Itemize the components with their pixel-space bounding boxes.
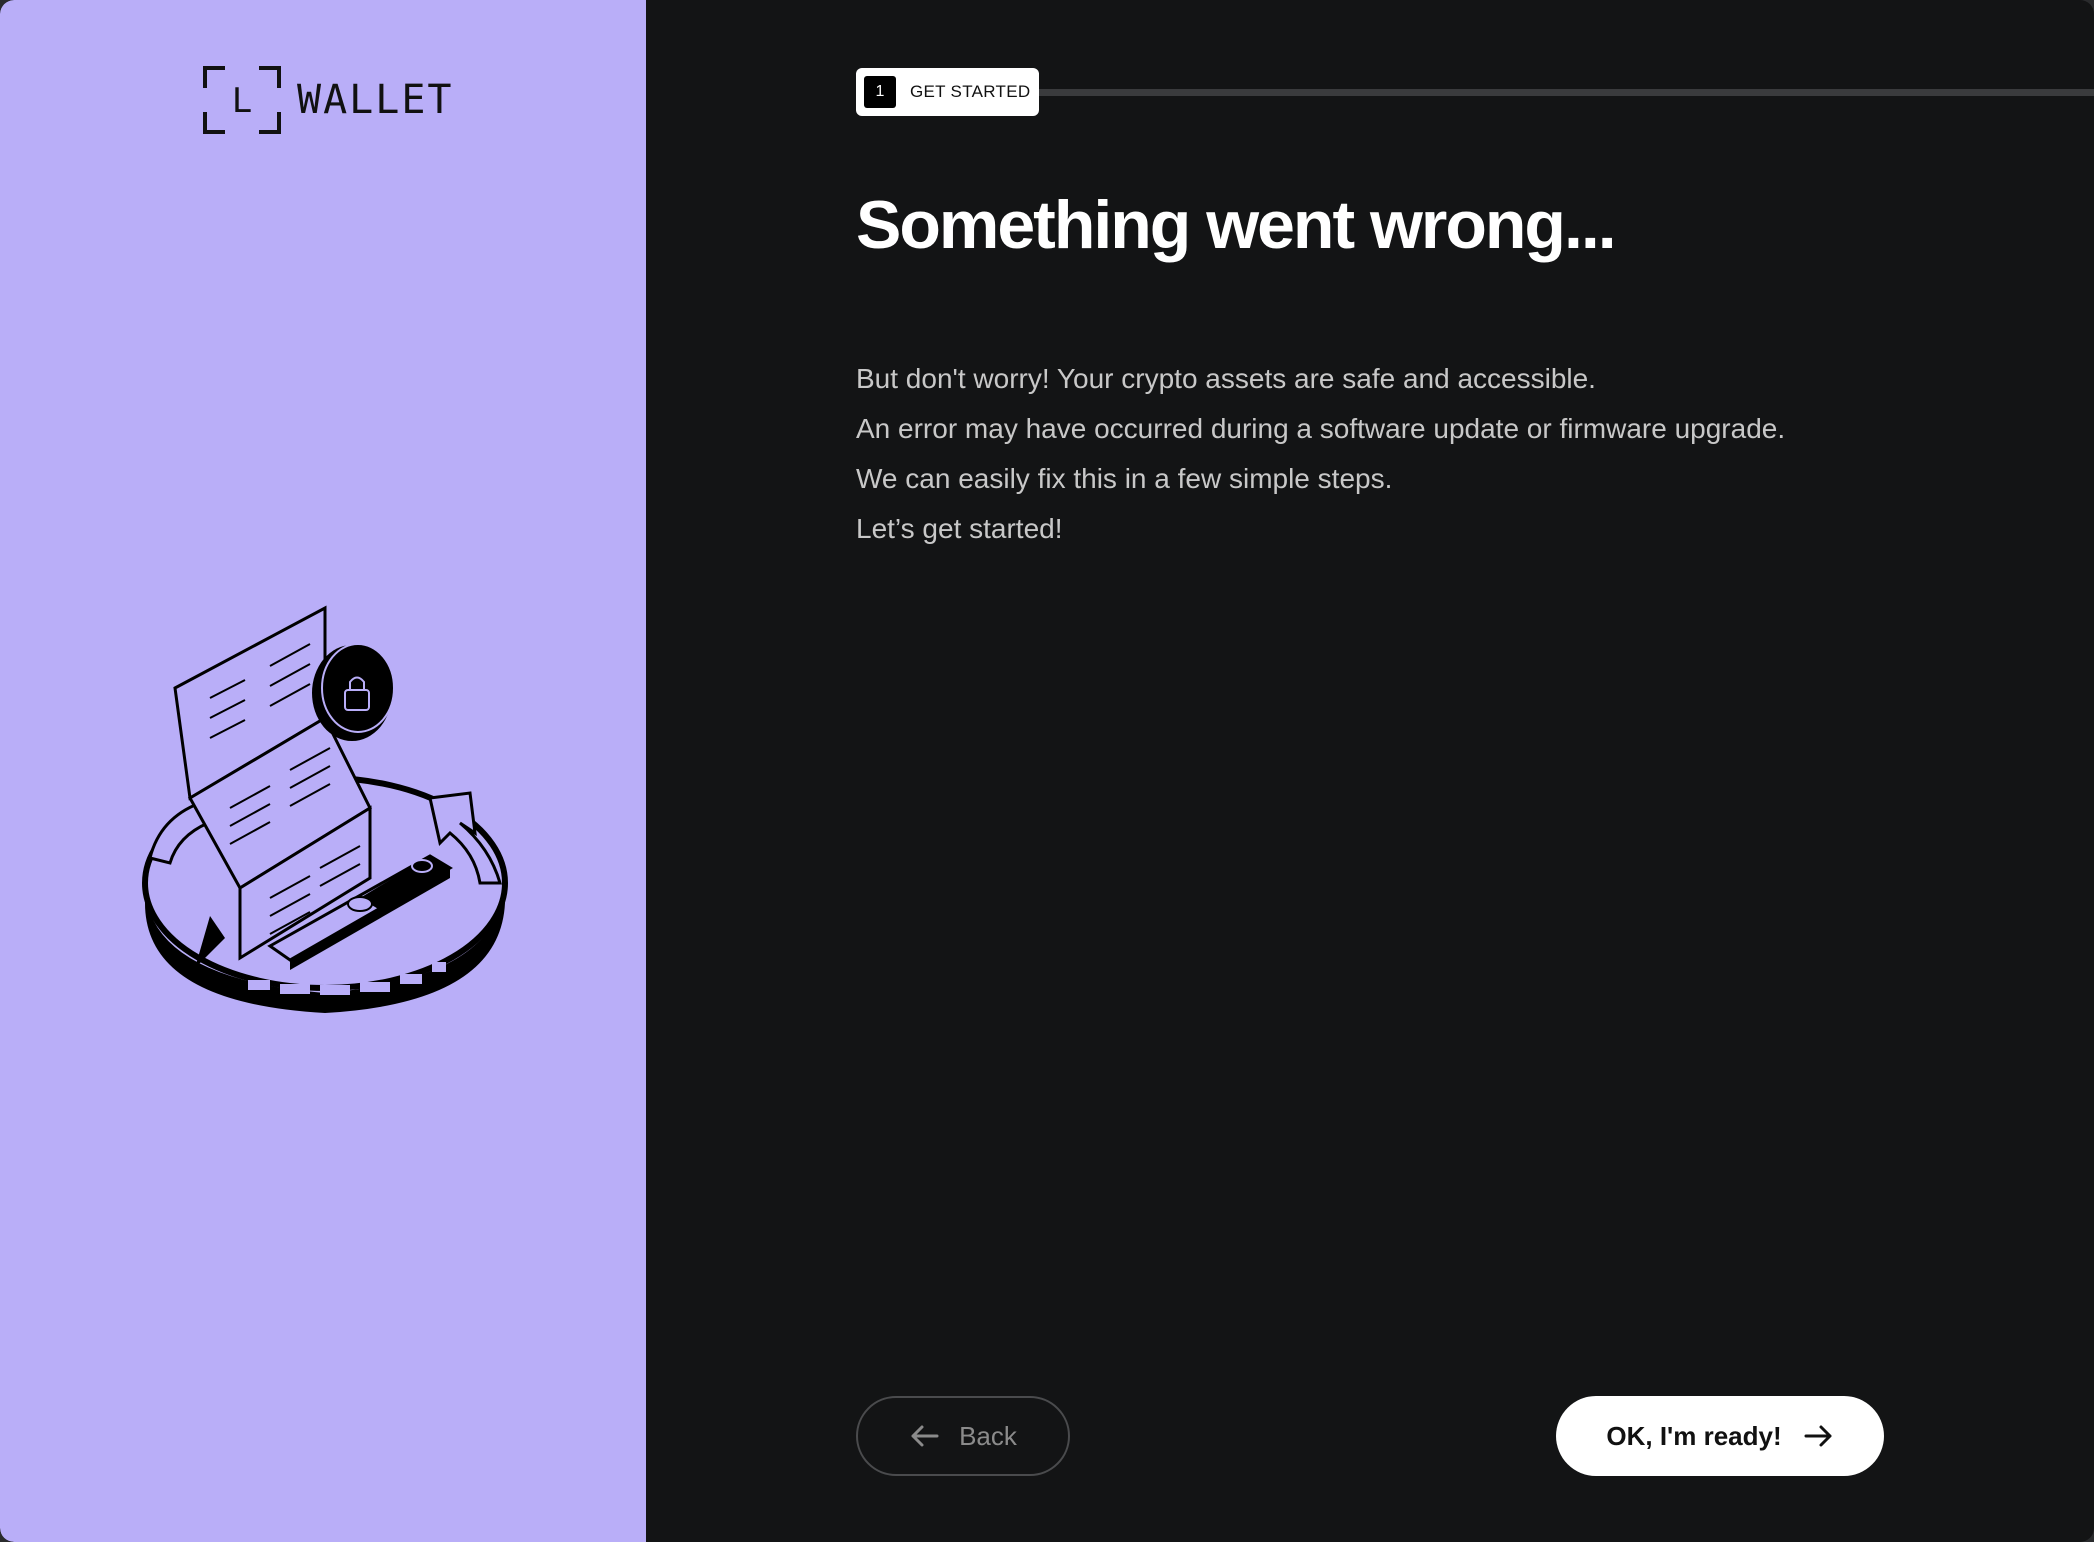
step-get-started: 1 GET STARTED xyxy=(856,68,1040,116)
description-line: An error may have occurred during a soft… xyxy=(856,413,1786,444)
logo-mark-letter: L xyxy=(232,81,252,121)
page-title: Something went wrong... xyxy=(856,187,1617,263)
content-panel: 1 GET STARTED Something went wrong... Bu… xyxy=(646,0,2094,1542)
arrow-left-icon xyxy=(911,1425,939,1447)
step-number: 1 xyxy=(864,76,896,108)
arrow-right-icon xyxy=(1804,1425,1832,1447)
ok-ready-button-label: OK, I'm ready! xyxy=(1606,1420,1782,1451)
app-window: L WALLET 1 GET STARTED Something went wr… xyxy=(0,0,2094,1542)
description-line: Let’s get started! xyxy=(856,513,1063,544)
stepper-track xyxy=(1006,89,2094,96)
description-line: We can easily fix this in a few simple s… xyxy=(856,463,1393,494)
description-line: But don't worry! Your crypto assets are … xyxy=(856,363,1596,394)
step-label: GET STARTED xyxy=(910,82,1031,101)
illustration-panel: L WALLET xyxy=(0,0,646,1542)
recovery-illustration-icon xyxy=(142,605,508,1013)
back-button[interactable]: Back xyxy=(856,1396,1070,1476)
wallet-logo-text: WALLET xyxy=(297,77,454,123)
progress-stepper: 1 GET STARTED xyxy=(856,68,2094,116)
back-button-label: Back xyxy=(959,1420,1017,1451)
wallet-logo: L WALLET xyxy=(203,66,454,134)
ok-ready-button[interactable]: OK, I'm ready! xyxy=(1556,1396,1884,1476)
error-description: But don't worry! Your crypto assets are … xyxy=(856,354,1956,554)
wallet-logo-icon: L xyxy=(203,66,281,134)
